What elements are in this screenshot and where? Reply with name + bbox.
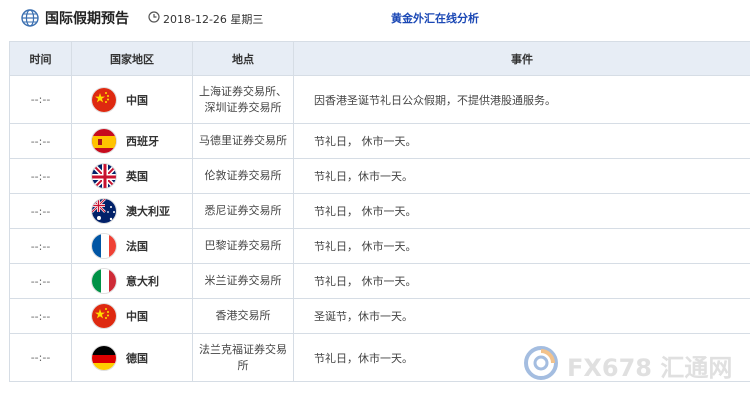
place-cell: 伦敦证券交易所: [192, 158, 294, 194]
place-cell: 香港交易所: [192, 298, 294, 334]
table-row: --:-- 法国 巴黎证券交易所 节礼日， 休市一天。: [9, 228, 750, 264]
country-name: 西班牙: [126, 135, 159, 148]
header: 国际假期预告 2018-12-26 星期三 黄金外汇在线分析: [0, 0, 750, 36]
flag-au-icon: [91, 198, 117, 224]
place-cell: 法兰克福证券交易所: [192, 333, 294, 382]
time-cell: --:--: [9, 193, 72, 229]
flag-gb-icon: [91, 163, 117, 189]
time-cell: --:--: [9, 263, 72, 299]
clock-icon: [148, 11, 160, 23]
watermark-text: FX678 汇通网: [567, 354, 733, 382]
event-cell: 因香港圣诞节礼日公众假期，不提供港股通服务。: [293, 75, 750, 124]
country-cell: 中国: [71, 75, 193, 124]
event-cell: 节礼日， 休市一天。: [293, 263, 750, 299]
event-cell: 圣诞节，休市一天。: [293, 298, 750, 334]
country-cell: 澳大利亚: [71, 193, 193, 229]
time-cell: --:--: [9, 298, 72, 334]
table-row: --:-- 澳大利亚 悉尼证券交易所 节礼日， 休市一天。: [9, 193, 750, 229]
flag-de-icon: [91, 344, 117, 371]
page-title: 国际假期预告: [45, 11, 129, 27]
place-cell: 米兰证券交易所: [192, 263, 294, 299]
flag-cn-icon: [91, 303, 117, 329]
column-header-place: 地点: [192, 41, 294, 76]
globe-icon: [21, 9, 39, 27]
country-cell: 法国: [71, 228, 193, 264]
table-row: --:-- 中国 香港交易所 圣诞节，休市一天。: [9, 298, 750, 334]
country-name: 法国: [126, 240, 148, 253]
column-header-time: 时间: [9, 41, 72, 76]
table-row: --:-- 中国 上海证券交易所、深圳证券交易所 因香港圣诞节礼日公众假期，不提供港股…: [9, 75, 750, 124]
country-cell: 意大利: [71, 263, 193, 299]
holiday-table: 时间 国家地区 地点 事件 --:-- 中国 上海证券交易所、深圳证券交易所 因香港圣…: [9, 41, 750, 382]
table-row: --:-- 英国 伦敦证券交易所 节礼日，休市一天。: [9, 158, 750, 194]
column-header-event: 事件: [293, 41, 750, 76]
table-header-row: 时间 国家地区 地点 事件: [9, 41, 750, 76]
country-cell: 中国: [71, 298, 193, 334]
time-cell: --:--: [9, 75, 72, 124]
column-header-country: 国家地区: [71, 41, 193, 76]
country-cell: 英国: [71, 158, 193, 194]
country-name: 中国: [126, 93, 148, 107]
time-cell: --:--: [9, 228, 72, 264]
date-label: 2018-12-26 星期三: [163, 13, 264, 26]
place-cell: 上海证券交易所、深圳证券交易所: [192, 75, 294, 124]
flag-it-icon: [91, 268, 117, 294]
table-row: --:-- 意大利 米兰证券交易所 节礼日， 休市一天。: [9, 263, 750, 299]
flag-cn-icon: [91, 86, 117, 113]
time-cell: --:--: [9, 158, 72, 194]
event-cell: 节礼日， 休市一天。: [293, 228, 750, 264]
watermark: FX678 汇通网: [523, 345, 743, 385]
country-cell: 西班牙: [71, 123, 193, 159]
country-name: 德国: [126, 351, 148, 365]
place-cell: 悉尼证券交易所: [192, 193, 294, 229]
time-cell: --:--: [9, 123, 72, 159]
event-cell: 节礼日， 休市一天。: [293, 123, 750, 159]
country-name: 意大利: [126, 275, 159, 288]
place-cell: 马德里证券交易所: [192, 123, 294, 159]
event-cell: 节礼日，休市一天。: [293, 158, 750, 194]
event-cell: 节礼日， 休市一天。: [293, 193, 750, 229]
swirl-logo-icon: [524, 346, 558, 380]
brand-link[interactable]: 黄金外汇在线分析: [391, 10, 479, 26]
country-name: 澳大利亚: [126, 205, 170, 218]
flag-es-icon: [91, 128, 117, 154]
table-row: --:-- 西班牙 马德里证券交易所 节礼日， 休市一天。: [9, 123, 750, 159]
country-cell: 德国: [71, 333, 193, 382]
time-cell: --:--: [9, 333, 72, 382]
country-name: 中国: [126, 310, 148, 323]
country-name: 英国: [126, 170, 148, 183]
place-cell: 巴黎证券交易所: [192, 228, 294, 264]
flag-fr-icon: [91, 233, 117, 259]
